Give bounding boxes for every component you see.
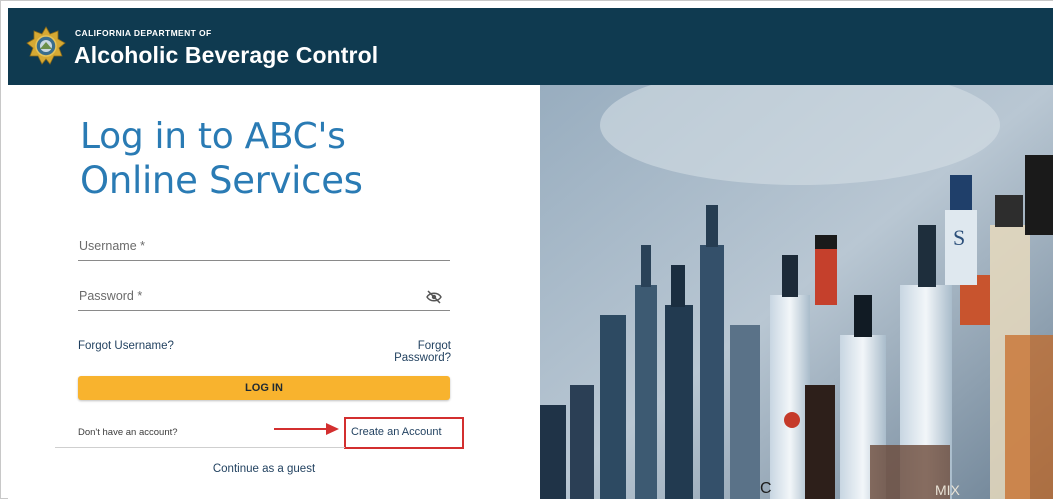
site-header: CALIFORNIA DEPARTMENT OF Alcoholic Bever… <box>8 8 1053 85</box>
forgot-password-link[interactable]: Forgot Password? <box>363 340 451 364</box>
username-field[interactable]: Username * <box>78 235 450 261</box>
create-account-link[interactable]: Create an Account <box>351 426 442 438</box>
page-title-line-2: Online Services <box>80 159 363 202</box>
bottles-illustration: S MIX C <box>540 85 1053 499</box>
page-title: Log in to ABC's Online Services <box>80 115 363 203</box>
department-title: Alcoholic Beverage Control <box>74 42 379 68</box>
password-field[interactable]: Password * <box>78 285 450 311</box>
eye-off-icon[interactable] <box>426 290 442 304</box>
login-button[interactable]: LOG IN <box>78 376 450 400</box>
department-subtitle: CALIFORNIA DEPARTMENT OF <box>75 28 212 38</box>
svg-text:S: S <box>953 225 965 250</box>
california-seal-icon <box>26 26 66 65</box>
svg-text:C: C <box>760 480 772 497</box>
bar-bottles-photo: S MIX C <box>540 85 1053 499</box>
page-title-line-1: Log in to ABC's <box>80 116 346 157</box>
login-panel: Log in to ABC's Online Services Username… <box>8 85 540 499</box>
no-account-text: Don't have an account? <box>78 427 178 438</box>
red-arrow-annotation <box>274 423 339 435</box>
username-label: Username * <box>79 239 145 253</box>
continue-as-guest-link[interactable]: Continue as a guest <box>78 463 450 475</box>
divider <box>55 447 345 448</box>
password-label: Password * <box>79 289 143 303</box>
forgot-username-link[interactable]: Forgot Username? <box>78 340 174 352</box>
svg-text:MIX: MIX <box>935 482 961 498</box>
